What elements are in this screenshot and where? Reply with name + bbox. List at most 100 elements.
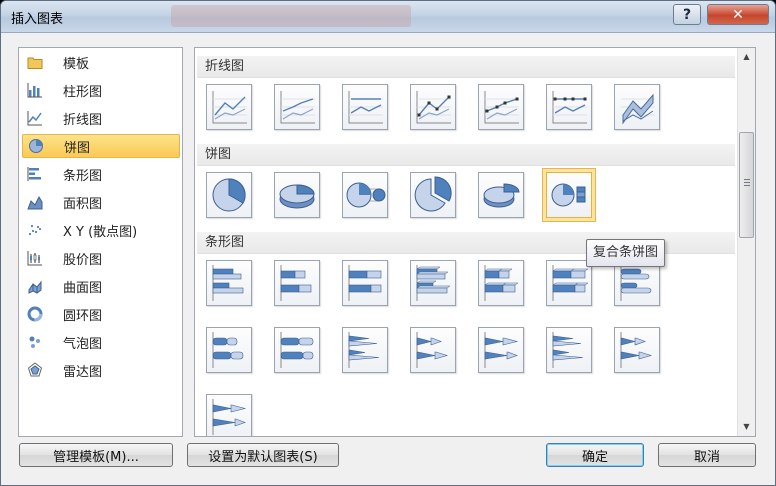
100-stacked-cylinder-bar-thumbnail[interactable]: [274, 327, 320, 373]
chart-type-label: 雷达图: [63, 364, 103, 380]
scroll-down-icon[interactable]: ▼: [738, 418, 755, 435]
stacked-pyramid-bar-icon: [620, 332, 653, 368]
line-chart-icon: [27, 110, 43, 126]
100-stacked-bar-icon: [348, 265, 382, 301]
ok-button[interactable]: 确定: [546, 443, 644, 467]
close-button[interactable]: ✕: [707, 4, 769, 25]
scroll-up-icon[interactable]: ▲: [738, 48, 755, 65]
100-stacked-cone-bar-thumbnail[interactable]: [478, 327, 524, 373]
100-stacked-bar-thumbnail[interactable]: [342, 260, 388, 306]
chart-type-item[interactable]: 气泡图: [22, 330, 180, 354]
chart-type-label: X Y (散点图): [63, 224, 138, 240]
3d-line-thumbnail[interactable]: [614, 84, 660, 130]
chart-type-item[interactable]: 雷达图: [22, 358, 180, 382]
line-markers-thumbnail[interactable]: [410, 84, 456, 130]
pie-of-pie-thumbnail[interactable]: [342, 172, 388, 218]
title-bar: 插入图表 ? ✕: [1, 1, 775, 33]
chart-type-label: 股价图: [63, 252, 103, 268]
clustered-cylinder-bar-icon: [620, 265, 652, 301]
clustered-bar-thumbnail[interactable]: [206, 260, 252, 306]
3d-100-stacked-bar-thumbnail[interactable]: [546, 260, 592, 306]
chart-type-item[interactable]: 模板: [22, 50, 180, 74]
background-window-ghost: [171, 5, 411, 27]
chart-type-label: 饼图: [64, 140, 91, 156]
100-stacked-pyramid-bar-icon: [212, 399, 247, 435]
3d-clustered-bar-thumbnail[interactable]: [410, 260, 456, 306]
stacked-pyramid-bar-thumbnail[interactable]: [614, 327, 660, 373]
clustered-bar-icon: [212, 265, 244, 301]
dialog-title: 插入图表: [11, 12, 64, 27]
stacked-bar-icon: [280, 265, 312, 301]
manage-templates-button[interactable]: 管理模板(M)...: [19, 443, 173, 467]
exploded-pie-thumbnail[interactable]: [410, 172, 456, 218]
3d-stacked-bar-icon: [484, 265, 519, 301]
chart-type-label: 条形图: [63, 168, 103, 184]
100-stacked-pyramid-bar-thumbnail[interactable]: [206, 394, 252, 436]
clustered-pyramid-bar-icon: [552, 332, 584, 368]
pie-of-pie-icon: [346, 182, 386, 208]
chart-type-item[interactable]: 曲面图: [22, 274, 180, 298]
3d-stacked-bar-thumbnail[interactable]: [478, 260, 524, 306]
line-thumbnail[interactable]: [206, 84, 252, 130]
chart-type-item[interactable]: 圆环图: [22, 302, 180, 326]
stacked-line-markers-icon: [484, 91, 519, 124]
chart-type-item[interactable]: 饼图: [22, 134, 180, 158]
scroll-thumb[interactable]: [739, 132, 754, 238]
chart-type-item[interactable]: 面积图: [22, 190, 180, 214]
chart-type-item[interactable]: 股价图: [22, 246, 180, 270]
chart-type-item[interactable]: 折线图: [22, 106, 180, 130]
stock-chart-icon: [27, 250, 43, 266]
stacked-cone-bar-thumbnail[interactable]: [410, 327, 456, 373]
clustered-pyramid-bar-thumbnail[interactable]: [546, 327, 592, 373]
3d-clustered-bar-icon: [416, 265, 451, 301]
100-stacked-line-thumbnail[interactable]: [342, 84, 388, 130]
100-stacked-line-markers-thumbnail[interactable]: [546, 84, 592, 130]
chart-type-item[interactable]: 柱形图: [22, 78, 180, 102]
chart-type-label: 折线图: [63, 112, 103, 128]
area-chart-icon: [27, 194, 43, 210]
bar-of-pie-icon: [551, 183, 586, 207]
stacked-cylinder-bar-icon: [212, 332, 244, 368]
folder-icon: [27, 54, 43, 70]
stacked-line-thumbnail[interactable]: [274, 84, 320, 130]
chart-type-label: 模板: [63, 56, 90, 72]
chart-type-list: 模板柱形图折线图饼图条形图面积图 X Y (散点图) 股价图曲面图圆环图气泡图雷达图: [18, 47, 183, 437]
vertical-scrollbar[interactable]: ▲ ▼: [737, 48, 755, 436]
radar-chart-icon: [27, 362, 43, 378]
column-chart-icon: [27, 82, 43, 98]
line-markers-icon: [416, 91, 451, 124]
chart-subtype-tooltip: 复合条饼图: [586, 239, 666, 267]
stacked-bar-thumbnail[interactable]: [274, 260, 320, 306]
bar-chart-icon: [27, 166, 43, 182]
clustered-cone-bar-thumbnail[interactable]: [342, 327, 388, 373]
stacked-line-icon: [280, 91, 315, 124]
stacked-cylinder-bar-thumbnail[interactable]: [206, 327, 252, 373]
bubble-chart-icon: [27, 334, 43, 350]
line-icon: [212, 91, 247, 124]
3d-pie-icon: [279, 184, 315, 209]
chart-type-label: 面积图: [63, 196, 103, 212]
3d-line-icon: [621, 93, 655, 125]
chart-type-item[interactable]: X Y (散点图): [22, 218, 180, 242]
3d-pie-thumbnail[interactable]: [274, 172, 320, 218]
bar-of-pie-thumbnail[interactable]: [546, 172, 592, 218]
chart-type-label: 柱形图: [63, 84, 103, 100]
pie-thumbnail[interactable]: [206, 172, 252, 218]
exploded-pie-icon: [414, 176, 452, 212]
exploded-3d-pie-icon: [483, 183, 520, 208]
set-default-chart-button[interactable]: 设置为默认图表(S): [187, 443, 339, 467]
100-stacked-cylinder-bar-icon: [280, 332, 314, 368]
section-header: 饼图: [197, 144, 735, 166]
scatter-chart-icon: [27, 222, 43, 238]
insert-chart-dialog: 插入图表 ? ✕ 模板柱形图折线图饼图条形图面积图 X Y (散点图) 股价图曲面图…: [0, 0, 776, 486]
stacked-line-markers-thumbnail[interactable]: [478, 84, 524, 130]
100-stacked-line-icon: [348, 91, 383, 124]
stacked-cone-bar-icon: [416, 332, 449, 368]
chart-type-item[interactable]: 条形图: [22, 162, 180, 186]
exploded-3d-pie-thumbnail[interactable]: [478, 172, 524, 218]
help-button[interactable]: ?: [673, 4, 701, 25]
clustered-cone-bar-icon: [348, 332, 380, 368]
cancel-button[interactable]: 取消: [658, 443, 756, 467]
pie-icon: [212, 178, 246, 212]
100-stacked-line-markers-icon: [552, 91, 587, 124]
